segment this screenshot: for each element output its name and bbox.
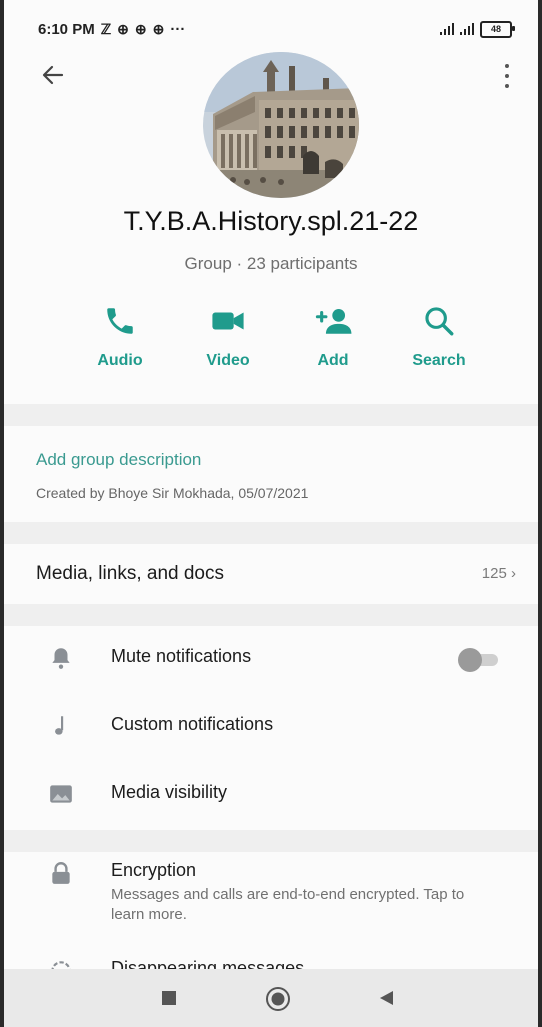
section-divider — [4, 404, 538, 426]
created-by-text: Created by Bhoye Sir Mokhada, 05/07/2021 — [36, 485, 309, 501]
search-icon — [425, 307, 454, 336]
phone-icon — [107, 308, 133, 334]
encryption-description: Messages and calls are end-to-end encryp… — [111, 886, 465, 923]
battery-icon: 48 — [480, 20, 515, 38]
media-visibility-row[interactable]: Media visibility — [4, 764, 538, 824]
group-avatar[interactable] — [203, 52, 359, 198]
dot — [505, 74, 509, 78]
building-photo — [203, 52, 359, 198]
mute-notifications-row[interactable]: Mute notifications — [4, 628, 538, 688]
media-visibility-label: Media visibility — [111, 782, 228, 802]
dot — [505, 64, 509, 68]
media-links-docs-row[interactable]: Media, links, and docs 125 › — [4, 546, 538, 602]
status-time: 6:10 PM — [38, 20, 95, 38]
section-divider — [4, 522, 538, 544]
recents-button[interactable] — [162, 991, 176, 1005]
notification-icon: ⊕ — [117, 20, 129, 37]
disappearing-messages-row[interactable]: Disappearing messages — [4, 944, 538, 970]
triangle-back-icon — [380, 991, 393, 1005]
action-row: Audio Video Add Search — [4, 300, 538, 390]
signal-icon — [440, 23, 454, 35]
bell-icon — [52, 648, 70, 669]
video-label: Video — [206, 352, 250, 369]
search-button[interactable]: Search — [394, 300, 484, 388]
lock-icon — [52, 862, 70, 884]
home-circle-icon — [266, 987, 290, 1011]
custom-notifications-label: Custom notifications — [111, 714, 274, 734]
media-count: 125 › — [481, 565, 516, 582]
sync-icon: ℤ — [100, 20, 112, 37]
back-nav-button[interactable] — [377, 989, 395, 1012]
section-divider — [4, 604, 538, 626]
status-right: 48 — [440, 20, 515, 38]
more-options-button[interactable] — [502, 64, 512, 88]
status-left: 6:10 PM ℤ ⊕ ⊕ ⊕ ··· — [38, 21, 185, 38]
add-participant-button[interactable]: Add — [288, 300, 378, 388]
mute-notifications-label: Mute notifications — [111, 646, 252, 666]
mute-toggle[interactable] — [458, 648, 500, 672]
group-participants: Group · 23 participants — [184, 254, 358, 273]
media-count-value: 125 — [481, 565, 507, 582]
audio-label: Audio — [97, 352, 143, 369]
arrow-left-icon — [42, 65, 64, 85]
audio-call-button[interactable]: Audio — [75, 300, 165, 388]
media-label: Media, links, and docs — [36, 563, 224, 584]
system-navigation-bar — [4, 969, 538, 1027]
image-icon — [50, 785, 72, 803]
encryption-label: Encryption — [111, 860, 197, 880]
status-bar: 6:10 PM ℤ ⊕ ⊕ ⊕ ··· 48 — [4, 0, 538, 58]
signal-icon — [460, 23, 474, 35]
back-button[interactable] — [40, 62, 66, 88]
add-label: Add — [317, 352, 349, 369]
custom-notifications-row[interactable]: Custom notifications — [4, 696, 538, 756]
group-info-screen: 6:10 PM ℤ ⊕ ⊕ ⊕ ··· 48 T.Y.B.A.History.s… — [0, 0, 542, 1027]
video-call-button[interactable]: Video — [183, 300, 273, 388]
music-note-icon — [55, 716, 64, 735]
notification-icon: ⊕ — [152, 20, 165, 37]
add-description-link[interactable]: Add group description — [36, 450, 201, 470]
video-camera-icon — [212, 312, 244, 330]
toggle-thumb — [458, 648, 482, 672]
home-button[interactable] — [265, 986, 291, 1017]
battery-level: 48 — [490, 24, 501, 34]
search-label: Search — [412, 352, 466, 369]
notification-icon: ⊕ — [134, 20, 147, 37]
status-more: ··· — [170, 20, 186, 38]
group-name[interactable]: T.Y.B.A.History.spl.21-22 — [4, 206, 538, 237]
add-person-icon — [315, 308, 352, 334]
dot — [505, 84, 509, 88]
